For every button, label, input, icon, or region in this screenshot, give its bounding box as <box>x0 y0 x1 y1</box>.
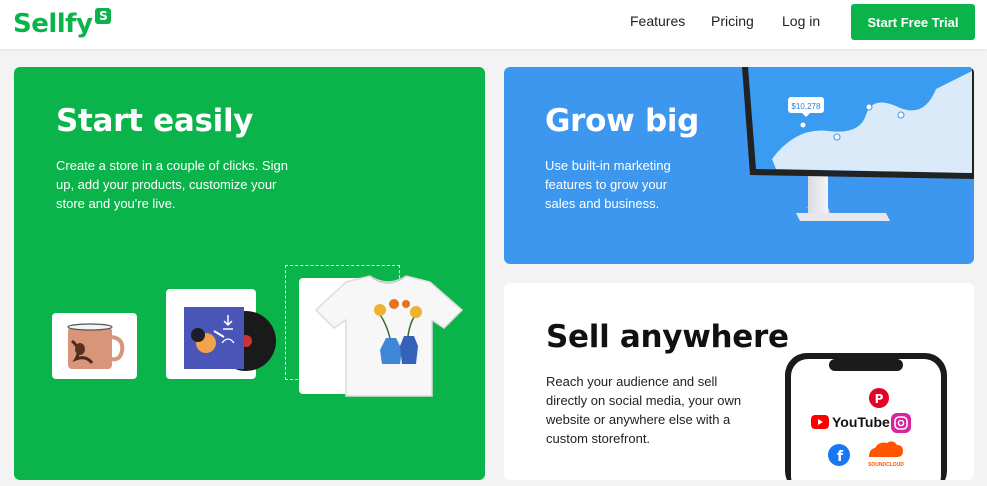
tshirt-icon <box>314 275 464 397</box>
nav-link-pricing[interactable]: Pricing <box>711 0 754 43</box>
grow-big-description: Use built-in marketing features to grow … <box>545 158 671 211</box>
sell-anywhere-card: Sell anywhere Reach your audience and se… <box>504 283 974 480</box>
logo-wordmark: Sellfy <box>13 9 93 39</box>
music-album-icon <box>184 307 276 371</box>
svg-text:P: P <box>875 392 884 406</box>
phone-social-icon: P YouTube f SOUNDCLOUD <box>785 353 947 480</box>
start-free-trial-button[interactable]: Start Free Trial <box>851 4 975 40</box>
logo-badge: S <box>95 8 112 24</box>
start-easily-description: Create a store in a couple of clicks. Si… <box>56 158 288 211</box>
youtube-label: YouTube <box>832 414 890 430</box>
nav-link-features[interactable]: Features <box>630 0 685 43</box>
soundcloud-label: SOUNDCLOUD <box>868 462 904 468</box>
mug-icon <box>67 323 125 369</box>
top-navbar: Sellfy S Features Pricing Log in Start F… <box>0 0 987 49</box>
chart-value-badge: $10,278 <box>792 102 821 111</box>
instagram-icon <box>891 413 911 433</box>
sell-anywhere-title: Sell anywhere <box>546 319 789 355</box>
grow-big-title: Grow big <box>545 103 700 139</box>
monitor-chart-icon: $10,278 <box>742 67 974 221</box>
sellfy-logo[interactable]: Sellfy S <box>13 6 112 42</box>
sell-anywhere-description: Reach your audience and sell directly on… <box>546 374 742 446</box>
svg-text:f: f <box>837 449 844 465</box>
start-easily-card: Start easily Create a store in a couple … <box>14 67 485 480</box>
grow-big-card: Grow big Use built-in marketing features… <box>504 67 974 264</box>
nav-link-login[interactable]: Log in <box>782 0 820 43</box>
start-easily-title: Start easily <box>56 103 254 139</box>
